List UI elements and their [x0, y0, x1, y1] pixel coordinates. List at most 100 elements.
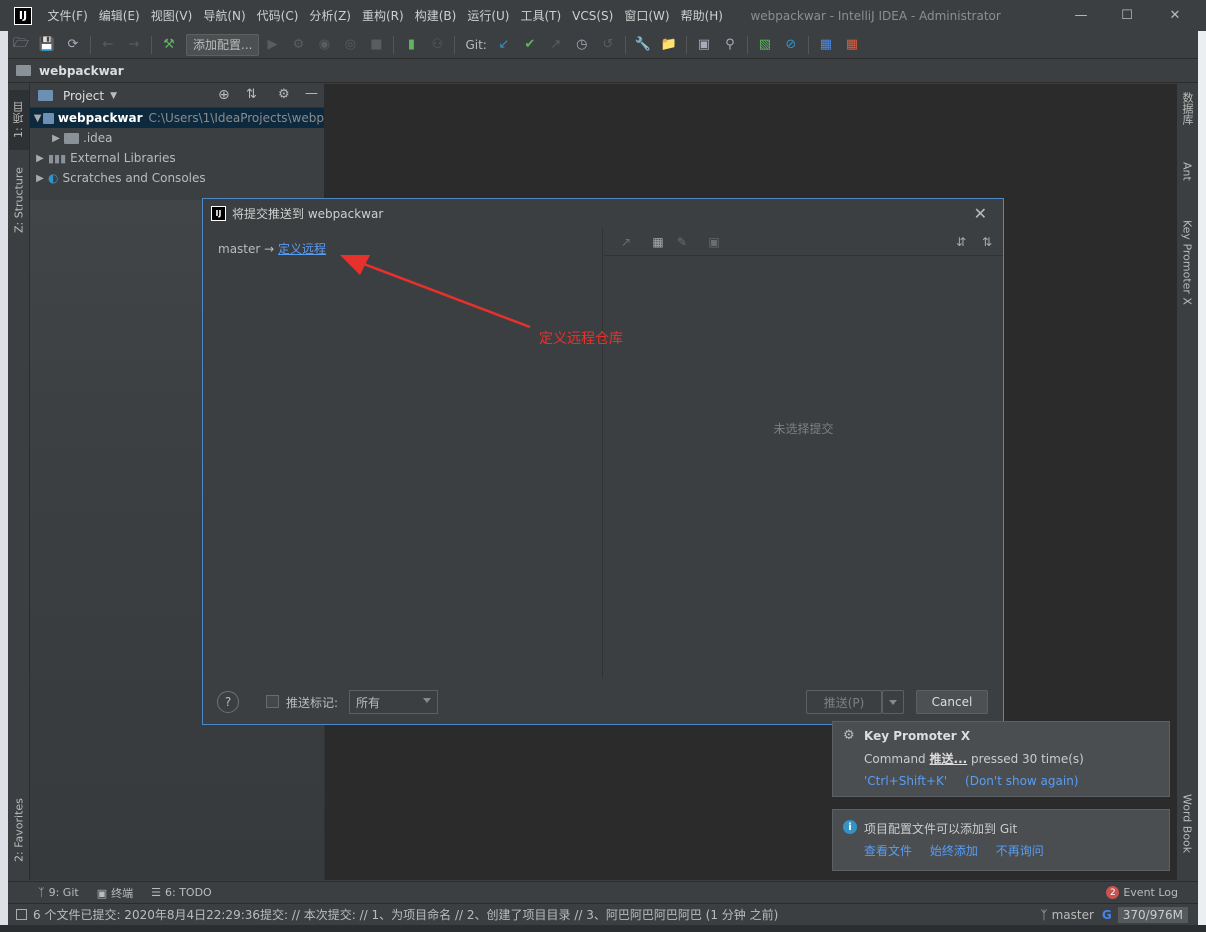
edit-icon[interactable]: ✎ [670, 235, 694, 249]
search-icon[interactable]: ⚲ [717, 33, 743, 57]
menu-build[interactable]: 构建(B) [409, 7, 462, 24]
define-remote-link[interactable]: 定义远程 [278, 242, 326, 256]
hide-panel-icon[interactable]: — [305, 86, 318, 101]
debug-icon[interactable]: ⚙ [285, 33, 311, 57]
stop-icon[interactable]: ■ [363, 33, 389, 57]
tab-event-log[interactable]: 2 Event Log [1106, 886, 1178, 899]
project-view-selector[interactable]: Project [63, 89, 104, 103]
toolbar-separator [90, 35, 91, 54]
sync-icon[interactable]: ⟳ [60, 33, 86, 57]
tab-word-book[interactable]: Word Book [1177, 794, 1197, 874]
toggle-tool-windows-icon[interactable] [16, 909, 27, 920]
tab-project[interactable]: 1: 项目 [9, 90, 29, 150]
collapsed-triangle-icon[interactable]: ▶ [48, 133, 64, 144]
notification-title: Key Promoter X [864, 729, 971, 743]
rollback-icon[interactable]: ↺ [595, 33, 621, 57]
chevron-down-icon [423, 698, 431, 703]
push-tags-checkbox[interactable] [266, 695, 279, 708]
tab-ant[interactable]: Ant [1177, 162, 1197, 202]
always-add-link[interactable]: 始终添加 [930, 844, 978, 858]
locate-icon[interactable]: ⊕ [218, 87, 230, 103]
tree-item-idea[interactable]: ▶ .idea [30, 128, 324, 148]
attach-icon[interactable]: ⚇ [424, 33, 450, 57]
tab-todo[interactable]: ☰ 6: TODO [151, 886, 212, 899]
tree-item-external-libraries[interactable]: ▶ ▮▮▮ External Libraries [30, 148, 324, 168]
collapsed-triangle-icon[interactable]: ▶ [32, 153, 48, 164]
menu-refactor[interactable]: 重构(R) [357, 7, 410, 24]
history-icon[interactable]: ◷ [569, 33, 595, 57]
menu-analyze[interactable]: 分析(Z) [304, 7, 357, 24]
cancel-button[interactable]: Cancel [916, 690, 988, 714]
view-files-link[interactable]: 查看文件 [864, 844, 912, 858]
tab-favorites[interactable]: 2: Favorites [9, 790, 29, 870]
push-tags-label: 推送标记: [286, 696, 339, 710]
menu-window[interactable]: 窗口(W) [619, 7, 675, 24]
push-button[interactable]: 推送(P) [806, 690, 882, 714]
help-button[interactable]: ? [217, 691, 239, 713]
tab-terminal[interactable]: ▣ 终端 [97, 885, 133, 901]
coverage-icon[interactable]: ◉ [311, 33, 337, 57]
gear-icon[interactable]: ⚙ [278, 87, 290, 102]
maximize-icon[interactable]: ☐ [1104, 0, 1150, 31]
menu-code[interactable]: 代码(C) [251, 7, 304, 24]
push-options-dropdown[interactable] [882, 690, 904, 714]
open-folder-icon[interactable]: 🗁 [8, 33, 34, 57]
tree-item-scratches[interactable]: ▶ ◐ Scratches and Consoles [30, 168, 324, 188]
tree-item-root[interactable]: ▼ webpackwar C:\Users\1\IdeaProjects\web… [30, 108, 324, 128]
shortcut-link[interactable]: 'Ctrl+Shift+K' [864, 774, 947, 788]
menu-view[interactable]: 视图(V) [145, 7, 198, 24]
menu-run[interactable]: 运行(U) [462, 7, 515, 24]
git-commit-icon[interactable]: ✔ [517, 33, 543, 57]
tree-item-root-label: webpackwar [57, 111, 143, 125]
translate-alt-icon[interactable]: ▦ [839, 33, 865, 57]
collapsed-triangle-icon[interactable]: ▶ [32, 173, 48, 184]
status-message[interactable]: 6 个文件已提交: 2020年8月4日22:29:36提交: // 本次提交: … [33, 906, 778, 923]
profile-icon[interactable]: ◎ [337, 33, 363, 57]
breadcrumb-project[interactable]: webpackwar [39, 64, 124, 78]
dont-show-again-link[interactable]: (Don't show again) [965, 774, 1078, 788]
tab-key-promoter[interactable]: Key Promoter X [1177, 220, 1197, 320]
google-icon[interactable]: G [1102, 908, 1112, 922]
no-entry-icon[interactable]: ⊘ [778, 33, 804, 57]
menu-vcs[interactable]: VCS(S) [567, 9, 619, 23]
chevron-down-icon[interactable]: ▼ [110, 91, 117, 101]
menu-file[interactable]: 文件(F) [42, 7, 93, 24]
tab-git[interactable]: ᛉ 9: Git [38, 886, 79, 899]
run-icon[interactable]: ▶ [259, 33, 285, 57]
terminal-window-icon[interactable]: ▣ [691, 33, 717, 57]
menu-tools[interactable]: 工具(T) [515, 7, 567, 24]
forward-icon[interactable]: → [121, 33, 147, 57]
save-all-icon[interactable]: 💾 [34, 33, 60, 57]
expand-all-icon[interactable]: ⇵ [949, 235, 973, 249]
memory-indicator[interactable]: 370/976M [1117, 907, 1188, 923]
tab-structure[interactable]: Z: Structure [9, 158, 29, 242]
collapse-all-icon[interactable]: ⇅ [246, 87, 257, 102]
run-config-selector[interactable]: 添加配置... [186, 33, 260, 56]
git-update-icon[interactable]: ↙ [491, 33, 517, 57]
collapse-all-icon[interactable]: ⇅ [975, 235, 999, 249]
close-icon[interactable]: ✕ [974, 204, 987, 223]
dont-ask-again-link[interactable]: 不再询问 [996, 844, 1044, 858]
group-by-icon[interactable]: ▦ [646, 235, 670, 249]
menu-help[interactable]: 帮助(H) [675, 7, 728, 24]
settings-wrench-icon[interactable]: 🔧 [630, 33, 656, 57]
git-push-icon[interactable]: ↗ [543, 33, 569, 57]
build-hammer-icon[interactable]: ⚒ [156, 33, 182, 57]
menu-navigate[interactable]: 导航(N) [198, 7, 251, 24]
folder-icon [64, 132, 79, 144]
activity-monitor-icon[interactable]: ▧ [752, 33, 778, 57]
push-tags-select[interactable]: 所有 [349, 690, 438, 714]
git-branch-widget[interactable]: master [1052, 908, 1094, 922]
translate-icon[interactable]: ▦ [813, 33, 839, 57]
project-structure-icon[interactable]: 📁 [656, 33, 682, 57]
menu-edit[interactable]: 编辑(E) [93, 7, 145, 24]
back-icon[interactable]: ← [95, 33, 121, 57]
tab-database[interactable]: 数据库 [1177, 92, 1197, 152]
preview-icon[interactable]: ▣ [702, 235, 726, 249]
device-icon[interactable]: ▮ [398, 33, 424, 57]
expanded-triangle-icon[interactable]: ▼ [32, 113, 43, 124]
minimize-icon[interactable]: — [1058, 0, 1104, 31]
cherry-pick-icon[interactable]: ↗ [614, 235, 638, 249]
notification-links: 'Ctrl+Shift+K' (Don't show again) [864, 774, 1093, 788]
close-window-icon[interactable]: ✕ [1152, 0, 1198, 31]
